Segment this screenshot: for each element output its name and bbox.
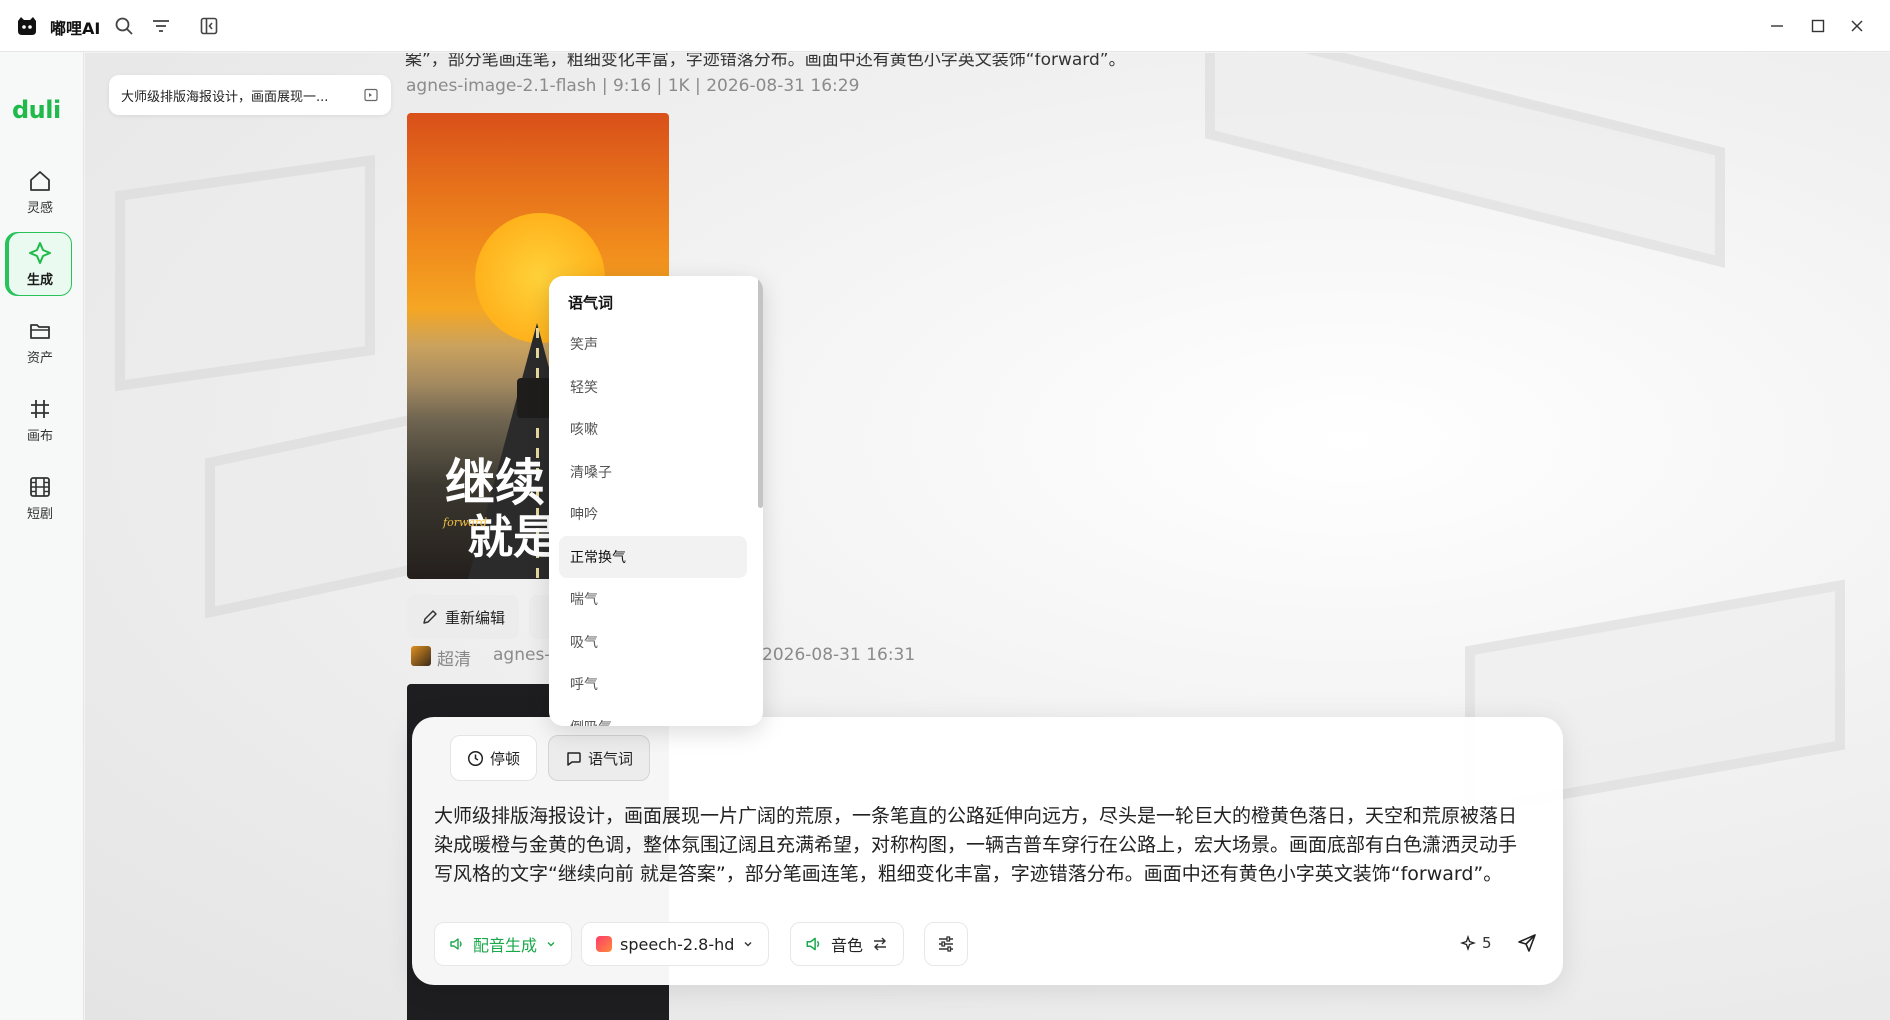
home-icon [30,170,50,191]
voice-label: 音色 [831,936,864,955]
canvas-grid-icon [31,399,49,418]
left-sidebar: duli 灵感 生成 资产 画布 短剧 [0,52,84,1020]
tab-interjection[interactable]: 语气词 [548,735,651,781]
prompt-textarea[interactable]: 大师级排版海报设计，画面展现一片广阔的荒原，一条笔直的公路延伸向远方，尽头是一轮… [434,802,1519,889]
reedit-button[interactable]: 重新编辑 [407,595,520,639]
prompt-composer: 停顿 语气词 大师级排版海报设计，画面展现一片广阔的荒原，一条笔直的公路延伸向远… [412,717,1563,985]
reedit-label: 重新编辑 [445,608,506,627]
dropdown-item-hovered[interactable]: 正常换气 [559,535,747,578]
filter-icon[interactable] [149,14,173,38]
sidebar-item-short-drama[interactable]: 短剧 [8,466,72,530]
sidebar-item-label: 画布 [26,428,53,444]
sliders-icon [939,936,953,952]
sidebar-item-assets[interactable]: 资产 [8,310,72,374]
model-label: speech-2.8-hd [620,934,735,954]
generation-meta: agnes-image-2.1-flash | 9:16 | 1K | 2026… [406,76,860,96]
model-meta: agnes-i [493,645,556,665]
dropdown-list: 笑声 轻笑 咳嗽 清嗓子 呻吟 正常换气 喘气 吸气 呼气 倒吸气 [559,323,747,726]
interjection-dropdown: 语气词 笑声 轻笑 咳嗽 清嗓子 呻吟 正常换气 喘气 吸气 呼气 倒吸气 [549,276,763,726]
brand-logo: duli [12,96,61,124]
previous-prompt-text: 案”，部分笔画连笔，粗细变化丰富，字迹错落分布。画面中还有黄色小字英文装饰“fo… [405,53,1126,70]
sidebar-item-label: 短剧 [26,506,53,522]
quality-label: 超清 [437,650,471,670]
dropdown-item[interactable]: 咳嗽 [559,408,747,451]
close-icon[interactable] [1843,12,1871,40]
sidebar-item-inspiration[interactable]: 灵感 [8,160,72,224]
maximize-icon[interactable] [1804,12,1832,40]
sidebar-item-label: 灵感 [26,200,53,216]
dropdown-scrollbar-thumb[interactable] [758,276,763,508]
dropdown-item[interactable]: 笑声 [559,323,747,366]
sidebar-toggle-icon[interactable] [197,14,221,38]
dropdown-item[interactable]: 呼气 [559,663,747,706]
film-icon [30,476,50,497]
dropdown-item[interactable]: 轻笑 [559,366,747,409]
chevron-down-icon [744,942,752,947]
send-icon [1518,934,1536,952]
app-logo-icon [18,17,36,35]
sparkle-icon [29,241,51,264]
dropdown-header: 语气词 [568,294,614,312]
history-prompt-chip[interactable]: 大师级排版海报设计，画面展现一... [109,75,391,115]
minimize-icon[interactable] [1763,12,1791,40]
search-icon[interactable] [112,14,136,38]
chat-bubble-icon [567,751,581,766]
mode-select[interactable]: 配音生成 [434,922,573,966]
folder-icon [30,323,50,339]
settings-button[interactable] [924,922,968,966]
poster-small-text: forward [443,516,488,529]
sidebar-item-canvas[interactable]: 画布 [8,388,72,452]
model-select[interactable]: speech-2.8-hd [581,922,770,966]
chevron-down-icon [547,942,555,947]
clock-icon [467,750,484,766]
timestamp-meta: 2026-08-31 16:31 [762,645,916,665]
title-bar: 嘟哩AI [0,0,1890,52]
poster-title-line2: 就是 [467,510,559,564]
send-button[interactable] [1509,925,1545,961]
speaker-icon [806,937,820,951]
background-decoration [1205,53,1725,268]
dropdown-item[interactable]: 吸气 [559,621,747,664]
mode-label: 配音生成 [473,936,538,955]
voice-select[interactable]: 音色 [790,922,905,966]
speaker-icon [450,938,462,950]
dropdown-item[interactable]: 清嗓子 [559,451,747,494]
tab-interjection-label: 语气词 [588,749,634,768]
tab-pause[interactable]: 停顿 [450,735,538,781]
expand-panel-icon[interactable] [363,87,379,103]
history-chip-text: 大师级排版海报设计，画面展现一... [121,89,329,105]
model-brand-icon [596,936,612,952]
pencil-icon [423,610,437,624]
dropdown-item[interactable]: 喘气 [559,578,747,621]
spark-credit-icon [1460,935,1476,951]
result-thumbnail[interactable] [411,646,431,666]
dropdown-item[interactable]: 倒吸气 [559,706,747,726]
dropdown-item[interactable]: 呻吟 [559,493,747,536]
dropdown-scrollbar[interactable] [757,276,763,726]
background-decoration [115,154,375,392]
sidebar-item-label: 资产 [26,350,53,366]
sidebar-item-generate[interactable]: 生成 [8,232,72,296]
tab-pause-label: 停顿 [490,749,521,768]
credits-counter: 5 [1460,934,1492,952]
app-title: 嘟哩AI [50,19,101,38]
sidebar-item-label: 生成 [26,272,53,288]
swap-icon [874,937,887,951]
credits-value: 5 [1482,934,1492,952]
